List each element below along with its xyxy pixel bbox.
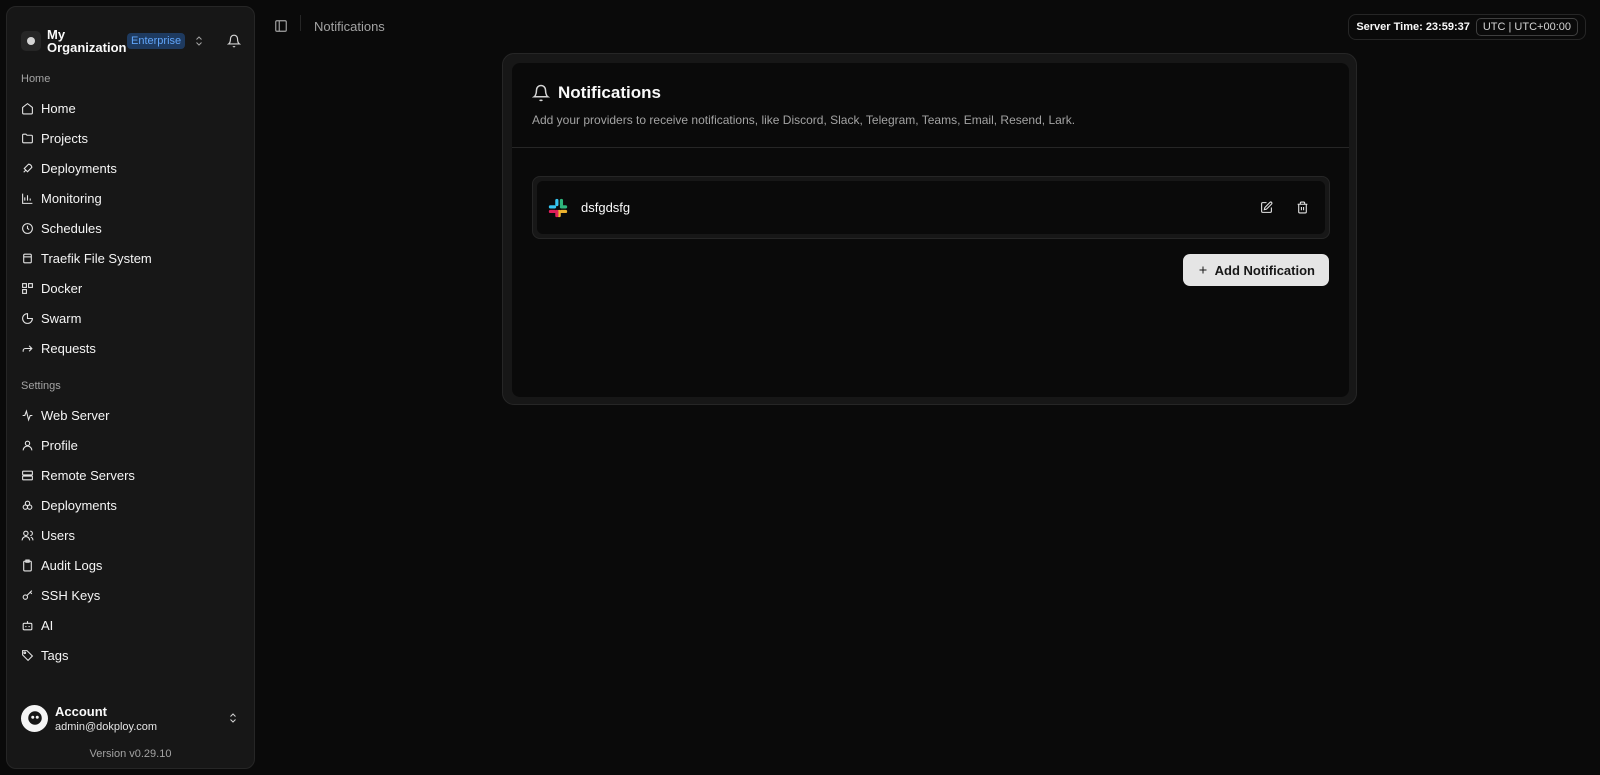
sidebar-item-settings-git[interactable]: Git bbox=[15, 670, 245, 681]
avatar bbox=[21, 704, 48, 732]
org-name: My Organization bbox=[47, 27, 127, 55]
sidebar-item-settings-profile[interactable]: Profile bbox=[15, 430, 245, 460]
clock-icon bbox=[22, 222, 33, 234]
sidebar-item-requests[interactable]: Requests bbox=[15, 333, 245, 363]
sidebar-item-label: Profile bbox=[41, 437, 78, 453]
org-logo-icon bbox=[21, 31, 41, 51]
slack-icon bbox=[548, 198, 568, 217]
breadcrumb[interactable]: Notifications bbox=[314, 19, 385, 34]
add-notification-label: Add Notification bbox=[1214, 262, 1315, 278]
key-icon bbox=[22, 589, 33, 600]
clipboard-icon bbox=[23, 559, 32, 571]
page-title: Notifications bbox=[532, 83, 661, 103]
server-time: Server Time: 23:59:37 UTC | UTC+00:00 bbox=[1348, 14, 1586, 40]
tag-icon bbox=[22, 649, 34, 661]
boxes-icon bbox=[22, 500, 33, 510]
git-icon bbox=[21, 679, 34, 681]
sidebar-item-label: Swarm bbox=[41, 310, 82, 326]
sidebar-item-label: Monitoring bbox=[41, 190, 102, 206]
org-switcher[interactable]: My Organization Enterprise bbox=[21, 21, 241, 61]
pie-icon bbox=[22, 312, 33, 324]
sidebar-item-label: Audit Logs bbox=[41, 557, 103, 573]
add-notification-button[interactable]: Add Notification bbox=[1182, 254, 1329, 286]
sidebar-item-label: Tags bbox=[41, 647, 69, 663]
page-title-text: Notifications bbox=[558, 83, 661, 102]
version-label: Version v0.29.10 bbox=[89, 748, 172, 760]
sidebar-item-settings-tags[interactable]: Tags bbox=[15, 640, 245, 670]
sidebar-item-projects[interactable]: Projects bbox=[15, 123, 245, 153]
sidebar-item-schedules[interactable]: Schedules bbox=[15, 213, 245, 243]
divider bbox=[512, 147, 1349, 148]
sidebar-item-deployments[interactable]: Deployments bbox=[15, 153, 245, 183]
plan-badge: Enterprise bbox=[127, 33, 186, 49]
sidebar-item-label: Web Server bbox=[41, 407, 110, 423]
sidebar-item-label: Git bbox=[41, 678, 58, 681]
nav-home: Home Projects Deployments Monitoring Schedul… bbox=[15, 93, 245, 363]
sidebar-item-settings-users[interactable]: Users bbox=[15, 520, 245, 550]
sidebar-item-settings-deployments[interactable]: Deployments bbox=[15, 490, 245, 520]
user-icon bbox=[22, 440, 33, 450]
sidebar-item-settings-ai[interactable]: AI bbox=[15, 610, 245, 640]
layers-icon bbox=[23, 253, 32, 263]
bot-icon bbox=[22, 620, 33, 630]
sidebar-item-label: Schedules bbox=[41, 220, 102, 236]
sidebar-item-label: Traefik File System bbox=[41, 250, 152, 266]
sidebar-item-swarm[interactable]: Swarm bbox=[15, 303, 245, 333]
chevrons-up-down-icon[interactable] bbox=[193, 35, 205, 47]
account-email: admin@dokploy.com bbox=[55, 720, 158, 733]
nav-settings: Web Server Profile Remote Servers Deploymen… bbox=[15, 400, 245, 680]
sidebar-item-label: Remote Servers bbox=[41, 467, 135, 483]
forward-icon bbox=[22, 344, 33, 352]
sidebar-item-label: Docker bbox=[41, 280, 83, 296]
notifications-panel: Notifications Add your providers to rece… bbox=[512, 63, 1349, 397]
sidebar-item-label: Deployments bbox=[41, 160, 117, 176]
notification-name: dsfgdsfg bbox=[581, 200, 631, 215]
sidebar-toggle-icon[interactable] bbox=[274, 19, 288, 33]
bell-icon bbox=[532, 84, 550, 102]
sidebar-item-label: Deployments bbox=[41, 497, 117, 513]
notification-item: dsfgdsfg bbox=[532, 176, 1330, 239]
sidebar-item-label: Projects bbox=[41, 130, 88, 146]
chart-icon bbox=[22, 193, 33, 204]
timezone-badge: UTC | UTC+00:00 bbox=[1475, 18, 1578, 36]
sidebar: My Organization Enterprise Home Home Proj… bbox=[6, 6, 255, 769]
section-label-home: Home bbox=[21, 73, 51, 85]
server-time-label: Server Time: 23:59:37 bbox=[1356, 21, 1470, 33]
rocket-icon bbox=[23, 163, 33, 173]
sidebar-item-label: Requests bbox=[41, 340, 96, 356]
sidebar-item-settings-ssh-keys[interactable]: SSH Keys bbox=[15, 580, 245, 610]
sidebar-item-settings-audit-logs[interactable]: Audit Logs bbox=[15, 550, 245, 580]
sidebar-item-traefik-file-system[interactable]: Traefik File System bbox=[15, 243, 245, 273]
users-icon bbox=[21, 530, 34, 540]
activity-icon bbox=[22, 408, 33, 422]
sidebar-item-label: SSH Keys bbox=[41, 587, 101, 603]
edit-icon[interactable] bbox=[1253, 195, 1279, 221]
account-menu[interactable]: Account admin@dokploy.com bbox=[15, 698, 245, 738]
divider bbox=[300, 15, 301, 31]
server-icon bbox=[22, 470, 33, 480]
trash-icon[interactable] bbox=[1289, 195, 1315, 221]
section-label-settings: Settings bbox=[21, 380, 61, 392]
blocks-icon bbox=[22, 282, 33, 294]
sidebar-item-settings-remote-servers[interactable]: Remote Servers bbox=[15, 460, 245, 490]
account-name: Account bbox=[55, 703, 107, 719]
sidebar-item-label: Home bbox=[41, 100, 76, 116]
folder-icon bbox=[22, 133, 33, 143]
home-icon bbox=[22, 102, 33, 114]
plus-icon bbox=[1199, 266, 1207, 274]
sidebar-item-label: AI bbox=[41, 617, 54, 633]
sidebar-item-home[interactable]: Home bbox=[15, 93, 245, 123]
page-description: Add your providers to receive notificati… bbox=[532, 113, 1076, 127]
sidebar-item-label: Users bbox=[41, 527, 75, 543]
sidebar-item-monitoring[interactable]: Monitoring bbox=[15, 183, 245, 213]
bell-icon[interactable] bbox=[227, 34, 241, 48]
sidebar-item-settings-web-server[interactable]: Web Server bbox=[15, 400, 245, 430]
sidebar-item-docker[interactable]: Docker bbox=[15, 273, 245, 303]
chevrons-up-down-icon[interactable] bbox=[227, 712, 239, 724]
notifications-card: Notifications Add your providers to rece… bbox=[502, 53, 1357, 405]
